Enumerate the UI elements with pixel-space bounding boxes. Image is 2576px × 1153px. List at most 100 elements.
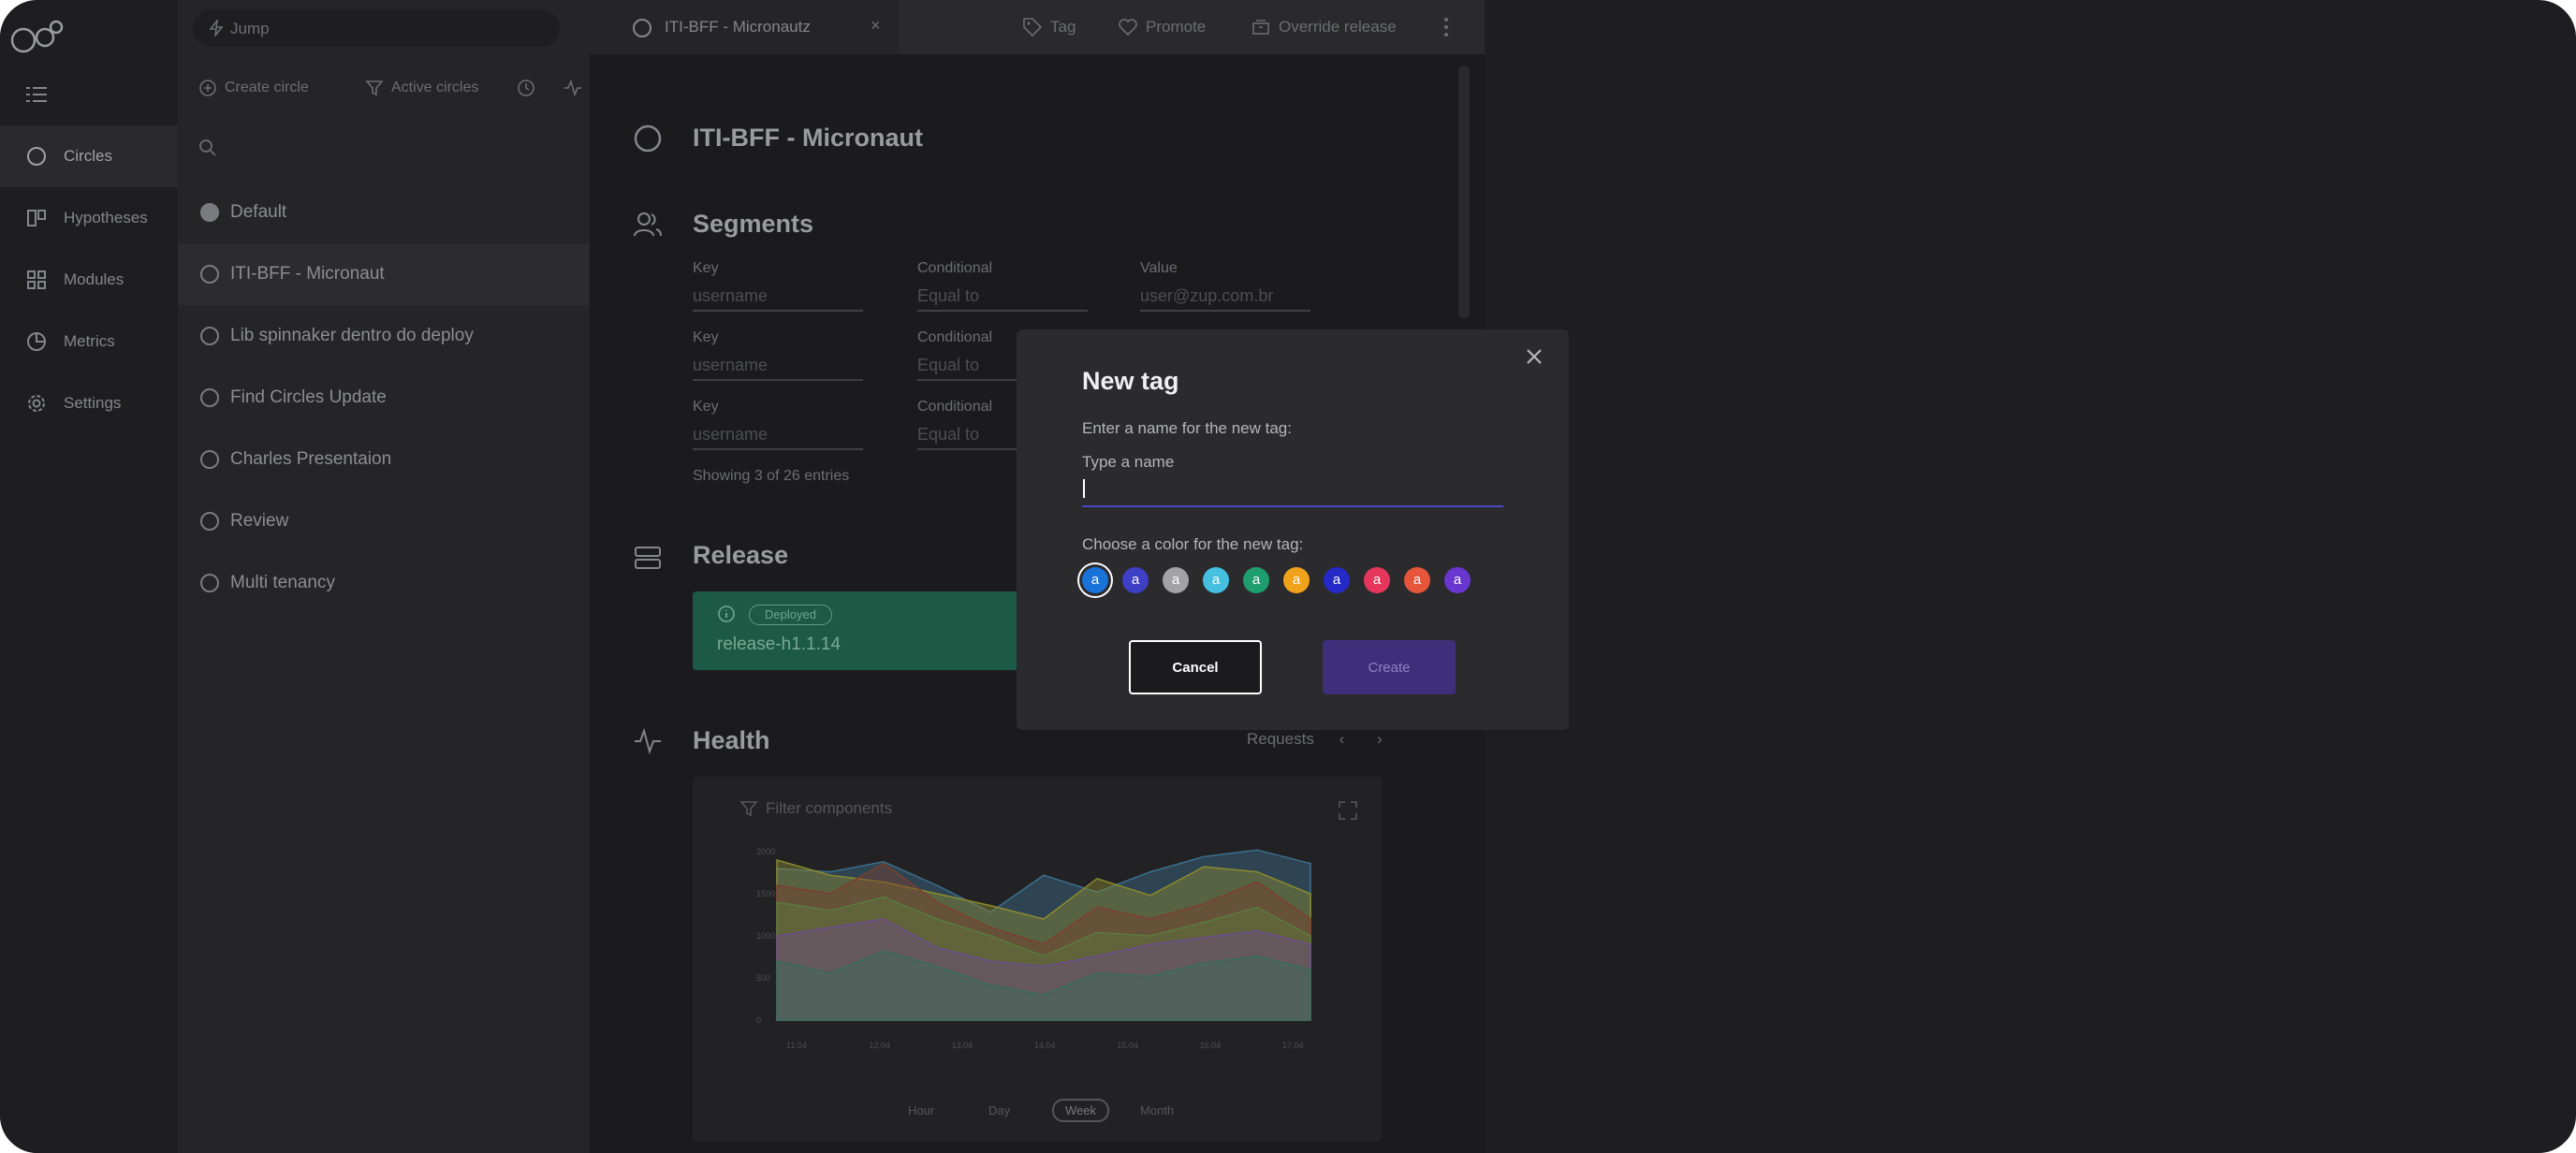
key-field[interactable]: username <box>693 425 863 450</box>
nav-item-modules[interactable]: Modules <box>0 249 178 311</box>
tag-icon <box>1023 18 1043 37</box>
tag-name-input[interactable] <box>1082 474 1503 507</box>
circle-status-icon <box>200 388 219 407</box>
segments-title: Segments <box>693 210 814 238</box>
chevron-left-icon[interactable]: ‹ <box>1339 730 1345 748</box>
color-swatch[interactable]: a <box>1243 567 1269 593</box>
override-release-button[interactable]: Override release <box>1251 17 1397 37</box>
y-tick-label: 2000 <box>756 847 775 856</box>
nav-item-settings[interactable]: Settings <box>0 372 178 434</box>
period-day[interactable]: Day <box>988 1103 1010 1117</box>
info-icon <box>718 606 735 622</box>
circle-item-multi-tenancy[interactable]: Multi tenancy <box>178 552 590 614</box>
close-tab-icon[interactable]: × <box>871 16 881 36</box>
value-label: Value <box>1140 260 1178 276</box>
circle-icon <box>634 124 662 153</box>
release-list-icon <box>635 547 661 569</box>
health-chart-card: Filter components 0 500 1000 1500 2000 11.04 1… <box>693 777 1382 1142</box>
circle-status-icon <box>200 450 219 469</box>
key-label: Key <box>693 329 719 345</box>
search-icon[interactable] <box>198 139 217 157</box>
filter-components-input[interactable]: Filter components <box>739 799 892 818</box>
clock-button[interactable] <box>517 79 543 97</box>
x-tick-label: 16.04 <box>1200 1041 1222 1050</box>
charles-logo-icon[interactable] <box>9 17 66 54</box>
value-field[interactable]: user@zup.com.br <box>1140 286 1310 312</box>
x-tick-label: 12.04 <box>869 1041 890 1050</box>
status-badge: Deployed <box>749 605 832 625</box>
hypotheses-icon <box>27 210 46 226</box>
color-instruction: Choose a color for the new tag: <box>1082 535 1304 553</box>
circle-item-lib-spinnaker[interactable]: Lib spinnaker dentro do deploy <box>178 305 590 367</box>
release-title: Release <box>693 541 789 569</box>
color-swatch[interactable]: a <box>1283 567 1310 593</box>
promote-button[interactable]: Promote <box>1118 17 1206 37</box>
gear-icon <box>28 395 45 412</box>
color-swatch[interactable]: a <box>1404 567 1430 593</box>
metric-label: Requests <box>1247 730 1314 748</box>
circle-item-default[interactable]: Default <box>178 182 590 243</box>
create-button[interactable]: Create <box>1323 640 1456 694</box>
requests-area-chart: 0 500 1000 1500 2000 11.04 12.04 13.04 14.04 15.0… <box>756 847 1311 1050</box>
color-swatch[interactable]: a <box>1364 567 1390 593</box>
color-swatch[interactable]: a <box>1203 567 1229 593</box>
activity-button[interactable] <box>564 79 590 97</box>
jump-placeholder: Jump <box>230 20 270 37</box>
active-circles-filter[interactable]: Active circles <box>365 79 478 97</box>
nav-item-metrics[interactable]: Metrics <box>0 311 178 372</box>
circle-item-iti-bff-micronaut[interactable]: ITI-BFF - Micronaut <box>178 243 590 305</box>
plus-circle-icon <box>199 80 216 96</box>
circle-item-review[interactable]: Review <box>178 490 590 552</box>
conditional-label: Conditional <box>917 399 993 415</box>
nav-item-hypotheses[interactable]: Hypotheses <box>0 187 178 249</box>
key-field[interactable]: username <box>693 356 863 381</box>
tab-iti-bff-micronautz[interactable]: ITI-BFF - Micronautz × <box>590 0 899 54</box>
key-field[interactable]: username <box>693 286 863 312</box>
circle-item-charles-presentaion[interactable]: Charles Presentaion <box>178 429 590 490</box>
circle-item-label: Find Circles Update <box>230 387 387 407</box>
chevron-right-icon[interactable]: › <box>1377 730 1383 748</box>
x-tick-label: 14.04 <box>1034 1041 1056 1050</box>
more-options-icon[interactable] <box>1443 17 1449 37</box>
pulse-icon <box>564 79 581 97</box>
circle-status-icon <box>200 512 219 531</box>
tab-label: ITI-BFF - Micronautz <box>665 18 811 36</box>
circles-panel: Jump Create circle Active circles Defaul… <box>178 0 590 1153</box>
page-title: ITI-BFF - Micronaut <box>693 124 923 152</box>
modal-title: New tag <box>1082 367 1179 395</box>
color-swatch[interactable]: a <box>1122 567 1149 593</box>
health-title: Health <box>693 726 770 754</box>
nav-item-circles[interactable]: Circles <box>0 125 178 187</box>
metric-selector[interactable]: Requests ‹ › <box>1247 730 1383 749</box>
close-icon[interactable] <box>1524 346 1544 367</box>
jump-search-input[interactable]: Jump <box>193 9 560 47</box>
period-selector: Hour Day Week Month <box>693 1099 1382 1123</box>
app-window: Circles Hypotheses Modules Metrics Setti… <box>0 0 2576 1153</box>
tag-button[interactable]: Tag <box>1022 17 1076 37</box>
color-swatch[interactable]: a <box>1324 567 1350 593</box>
lightning-icon <box>209 20 224 36</box>
fullscreen-icon[interactable] <box>1339 801 1357 820</box>
period-month[interactable]: Month <box>1140 1103 1174 1117</box>
x-tick-label: 13.04 <box>952 1041 973 1050</box>
menu-icon[interactable] <box>26 86 47 103</box>
create-circle-button[interactable]: Create circle <box>198 79 309 97</box>
color-swatch[interactable]: a <box>1163 567 1189 593</box>
period-week[interactable]: Week <box>1052 1099 1109 1122</box>
active-circles-label: Active circles <box>391 80 479 95</box>
name-instruction: Enter a name for the new tag: <box>1082 419 1292 437</box>
circle-status-icon <box>200 574 219 592</box>
color-swatch[interactable]: a <box>1082 567 1108 593</box>
circle-item-find-circles-update[interactable]: Find Circles Update <box>178 367 590 429</box>
color-swatch[interactable]: a <box>1444 567 1471 593</box>
name-field-label: Type a name <box>1082 453 1175 471</box>
y-tick-label: 0 <box>756 1015 761 1025</box>
scrollbar[interactable] <box>1458 66 1470 318</box>
pulse-icon <box>635 727 661 755</box>
conditional-field[interactable]: Equal to <box>917 286 1088 312</box>
period-hour[interactable]: Hour <box>908 1103 934 1117</box>
conditional-label: Conditional <box>917 329 993 345</box>
cancel-button[interactable]: Cancel <box>1129 640 1262 694</box>
nav-item-label: Circles <box>64 147 112 165</box>
filter-icon <box>739 801 758 817</box>
